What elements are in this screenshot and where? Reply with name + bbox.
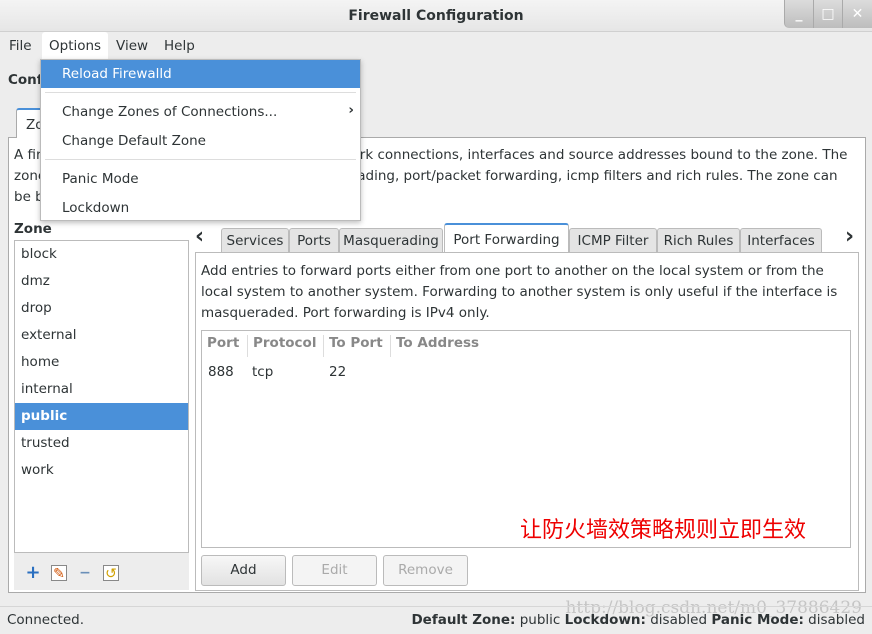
- add-icon[interactable]: +: [25, 564, 41, 582]
- zone-item-block[interactable]: block: [15, 241, 188, 268]
- remove-icon[interactable]: −: [77, 565, 93, 581]
- tab-icmp-filter[interactable]: ICMP Filter: [569, 228, 657, 253]
- column-header-port[interactable]: Port: [202, 335, 239, 357]
- column-header-protocol[interactable]: Protocol: [247, 335, 316, 357]
- menu-view[interactable]: View: [109, 32, 155, 60]
- submenu-arrow-icon: ›: [348, 102, 354, 118]
- minimize-button[interactable]: _: [784, 0, 813, 28]
- zone-item-work[interactable]: work: [15, 457, 188, 484]
- menu-separator: [45, 159, 356, 160]
- menu-item-change-default-zone[interactable]: Change Default Zone: [41, 127, 360, 155]
- lockdown-label: Lockdown:: [564, 612, 646, 628]
- tab-services[interactable]: Services: [221, 228, 289, 253]
- zone-item-public[interactable]: public: [15, 403, 188, 430]
- tab-ports[interactable]: Ports: [289, 228, 339, 253]
- edit-button[interactable]: Edit: [292, 555, 377, 586]
- zone-item-home[interactable]: home: [15, 349, 188, 376]
- zone-item-dmz[interactable]: dmz: [15, 268, 188, 295]
- menu-item-label: Change Zones of Connections...: [62, 104, 278, 120]
- edit-icon[interactable]: ✎: [51, 565, 67, 582]
- panic-mode-label: Panic Mode:: [711, 612, 804, 628]
- remove-button[interactable]: Remove: [383, 555, 468, 586]
- title-bar: Firewall Configuration: [0, 0, 872, 32]
- zone-item-external[interactable]: external: [15, 322, 188, 349]
- tab-scroll-left-icon[interactable]: ‹: [195, 224, 204, 249]
- port-forwarding-description: Add entries to forward ports either from…: [201, 263, 838, 321]
- menubar: File Options View Help: [0, 32, 872, 60]
- tab-rich-rules[interactable]: Rich Rules: [657, 228, 740, 253]
- column-header-to-address[interactable]: To Address: [390, 335, 479, 357]
- window-title: Firewall Configuration: [348, 8, 524, 24]
- connection-status: Connected.: [7, 612, 84, 628]
- panic-mode-value: disabled: [808, 612, 865, 628]
- cell-to-port[interactable]: 22: [329, 364, 346, 380]
- tab-masquerading[interactable]: Masquerading: [339, 228, 443, 253]
- add-button[interactable]: Add: [201, 555, 286, 586]
- tab-scroll-right-icon[interactable]: ›: [845, 224, 854, 249]
- zone-tabs: ‹ Services Ports Masquerading Port Forwa…: [195, 222, 865, 253]
- menu-options[interactable]: Options: [42, 32, 109, 60]
- zone-header: Zone: [14, 221, 52, 237]
- status-bar: Connected. Default Zone: public Lockdown…: [0, 606, 872, 633]
- tab-interfaces[interactable]: Interfaces: [740, 228, 822, 253]
- zone-list[interactable]: block dmz drop external home internal pu…: [14, 240, 189, 553]
- menu-item-reload-firewalld[interactable]: Reload Firewalld: [41, 60, 360, 88]
- menu-item-change-zones-of-connections[interactable]: Change Zones of Connections... ›: [41, 98, 360, 126]
- zone-item-drop[interactable]: drop: [15, 295, 188, 322]
- zone-toolbar: + ✎ − ↺: [14, 553, 189, 590]
- zone-item-internal[interactable]: internal: [15, 376, 188, 403]
- menu-item-panic-mode[interactable]: Panic Mode: [41, 165, 360, 193]
- options-menu-dropdown: Reload Firewalld Change Zones of Connect…: [40, 59, 361, 221]
- lockdown-value: disabled: [650, 612, 708, 628]
- annotation-text: 让防火墙效策略规则立即生效: [520, 518, 807, 543]
- zone-item-trusted[interactable]: trusted: [15, 430, 188, 457]
- load-defaults-icon[interactable]: ↺: [103, 565, 119, 582]
- tab-port-forwarding[interactable]: Port Forwarding: [444, 223, 569, 253]
- maximize-button[interactable]: □: [813, 0, 842, 28]
- close-button[interactable]: ✕: [842, 0, 872, 28]
- column-header-to-port[interactable]: To Port: [323, 335, 383, 357]
- default-zone-value: public: [519, 612, 561, 628]
- menu-file[interactable]: File: [2, 32, 39, 60]
- menu-separator: [45, 92, 356, 93]
- menu-item-lockdown[interactable]: Lockdown: [41, 194, 360, 222]
- default-zone-label: Default Zone:: [411, 612, 516, 628]
- cell-port[interactable]: 888: [208, 364, 234, 380]
- cell-protocol[interactable]: tcp: [252, 364, 273, 380]
- menu-help[interactable]: Help: [157, 32, 202, 60]
